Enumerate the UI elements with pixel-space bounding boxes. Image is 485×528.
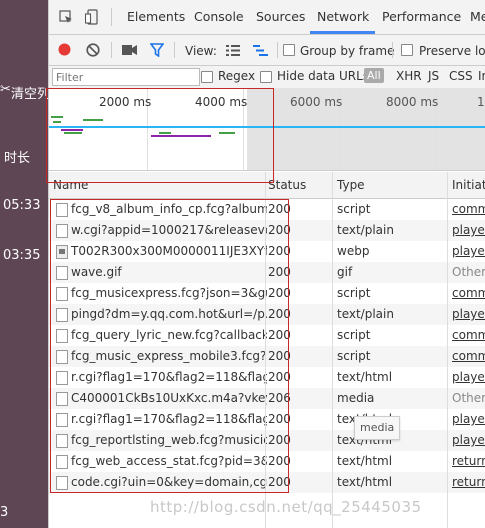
view-label: View:: [185, 44, 217, 58]
request-initiator-link[interactable]: player: [452, 307, 485, 321]
clear-icon[interactable]: [86, 43, 100, 60]
type-filter-js[interactable]: JS: [428, 69, 439, 83]
request-type: script: [337, 349, 371, 363]
tab-network[interactable]: Network: [317, 9, 369, 24]
filter-input[interactable]: [52, 68, 200, 86]
tab-console[interactable]: Console: [194, 9, 244, 24]
request-initiator-link[interactable]: returne: [452, 454, 485, 468]
tab-bar-divider: [111, 8, 112, 26]
overview-unselected-region: [247, 88, 485, 170]
devtools-panel: Elements Console Sources Network Perform…: [46, 0, 485, 528]
request-type: gif: [337, 265, 353, 279]
filter-funnel-icon[interactable]: [149, 43, 165, 60]
tab-elements[interactable]: Elements: [127, 9, 185, 24]
preserve-log-checkbox[interactable]: [401, 44, 413, 56]
column-header-initiator[interactable]: Initiato: [452, 178, 485, 192]
overview-tick-label: 6000 ms: [290, 95, 343, 109]
column-header-type[interactable]: Type: [337, 178, 365, 192]
request-initiator-link[interactable]: player: [452, 412, 485, 426]
type-filter-all[interactable]: All: [364, 68, 384, 83]
left-app-panel: ✂ 清空列 时长 05:33 03:35 3: [0, 0, 50, 528]
type-filter-img[interactable]: Ir: [478, 69, 485, 83]
tab-memory[interactable]: Me: [470, 9, 485, 24]
left-panel-time-2: 03:35: [3, 248, 41, 263]
toolbar-divider-4: [392, 42, 393, 58]
screenshot-camera-icon[interactable]: [122, 44, 138, 59]
hide-data-urls-checkbox[interactable]: [260, 71, 272, 83]
left-panel-time-3: 3: [0, 505, 9, 520]
inspect-element-icon[interactable]: [59, 10, 73, 27]
toolbar-divider-3: [277, 42, 278, 58]
column-separator[interactable]: [332, 172, 333, 528]
devtools-tab-bar: Elements Console Sources Network Perform…: [49, 0, 485, 35]
toolbar-divider: [111, 42, 112, 58]
device-toolbar-icon[interactable]: [84, 9, 99, 28]
preserve-log-label: Preserve log: [419, 44, 485, 58]
overview-tick-label: 8000 ms: [386, 95, 439, 109]
left-panel-duration-label: 时长: [4, 151, 31, 166]
waterfall-view-icon[interactable]: [253, 45, 268, 59]
overview-tick-label: 10: [477, 95, 485, 109]
request-type: text/html: [337, 454, 393, 468]
request-type: script: [337, 286, 371, 300]
left-panel-time-1: 05:33: [3, 198, 41, 213]
request-initiator-link[interactable]: player: [452, 433, 485, 447]
type-tooltip-text: media: [360, 421, 395, 434]
request-initiator-link[interactable]: comm: [452, 328, 485, 342]
request-type: text/plain: [337, 223, 394, 237]
network-toolbar: View: Group by frame Preserve log: [49, 35, 485, 66]
request-initiator-link[interactable]: player: [452, 244, 485, 258]
request-type: text/plain: [337, 307, 394, 321]
request-initiator: Other: [452, 391, 485, 405]
watermark-text: http://blog.csdn.net/qq_25445035: [150, 498, 422, 516]
type-tooltip: media: [354, 416, 400, 440]
regex-label: Regex: [218, 69, 256, 83]
regex-checkbox[interactable]: [201, 71, 213, 83]
request-initiator-link[interactable]: player: [452, 223, 485, 237]
record-icon[interactable]: [58, 43, 71, 59]
request-type: media: [337, 391, 375, 405]
type-filter-xhr[interactable]: XHR: [396, 69, 422, 83]
group-by-frame-checkbox[interactable]: [283, 44, 295, 56]
tab-network-underline: [310, 31, 375, 34]
request-initiator-link[interactable]: returne: [452, 475, 485, 489]
request-type: script: [337, 328, 371, 342]
request-type: script: [337, 202, 371, 216]
request-type: text/html: [337, 370, 393, 384]
toolbar-divider-2: [174, 42, 175, 58]
type-filter-css[interactable]: CSS: [449, 69, 473, 83]
request-initiator-link[interactable]: comm: [452, 286, 485, 300]
tab-sources[interactable]: Sources: [256, 9, 305, 24]
filter-bar: Regex Hide data URLs All XHR JS CSS Ir: [49, 66, 485, 89]
annotation-box-request-list: [50, 199, 289, 493]
request-type: text/html: [337, 475, 393, 489]
request-type: webp: [337, 244, 370, 258]
request-initiator: Other: [452, 265, 485, 279]
tab-performance[interactable]: Performance: [382, 9, 461, 24]
hide-data-urls-label: Hide data URLs: [277, 69, 370, 83]
annotation-box-overview: [46, 88, 274, 183]
request-initiator-link[interactable]: comm: [452, 349, 485, 363]
large-rows-icon[interactable]: [226, 45, 240, 59]
request-initiator-link[interactable]: comm: [452, 202, 485, 216]
request-initiator-link[interactable]: player: [452, 370, 485, 384]
group-by-frame-label: Group by frame: [300, 44, 395, 58]
column-separator[interactable]: [447, 172, 448, 528]
